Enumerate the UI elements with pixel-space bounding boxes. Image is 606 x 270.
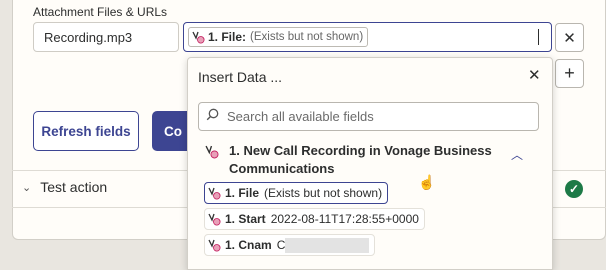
file-chip[interactable]: 1. File: (Exists but not shown) [188, 27, 369, 47]
search-box[interactable] [198, 102, 539, 131]
vonage-logo-icon [205, 145, 219, 178]
file-chip-sub: (Exists but not shown) [250, 31, 364, 43]
group-vonage-call-recording[interactable]: 1. New Call Recording in Vonage Business… [205, 142, 535, 178]
text-caret [538, 29, 539, 45]
field-value: 2022-08-11T17:28:55+0000 [270, 212, 419, 226]
redacted-value [285, 237, 370, 253]
chevron-down-icon: ⌄ [22, 181, 32, 194]
close-icon[interactable]: ✕ [528, 66, 541, 84]
field-value: (Exists but not shown) [264, 186, 383, 200]
test-action-toggle[interactable]: ⌄ Test action [22, 179, 107, 195]
field-item-cnam[interactable]: 1. Cnam C [204, 234, 376, 256]
insert-data-title: Insert Data ... [198, 69, 283, 85]
remove-row-button[interactable]: ✕ [555, 23, 584, 52]
vonage-logo-icon [208, 239, 221, 252]
search-input[interactable] [225, 108, 529, 125]
add-row-button[interactable]: + [555, 59, 584, 88]
field-label: 1. Cnam [225, 238, 272, 252]
attachment-files-label: Attachment Files & URLs [33, 5, 168, 19]
group-title: 1. New Call Recording in Vonage Business… [229, 143, 492, 176]
field-item-start[interactable]: 1. Start 2022-08-11T17:28:55+0000 [204, 208, 425, 230]
insert-data-dropdown: Insert Data ... ✕ 1. New Call Recording … [187, 57, 553, 270]
field-label: 1. Start [225, 212, 266, 226]
refresh-fields-button[interactable]: Refresh fields [33, 111, 139, 151]
vonage-logo-icon [208, 213, 221, 226]
field-item-file[interactable]: 1. File (Exists but not shown) [204, 182, 389, 204]
field-value: C [276, 238, 286, 252]
hand-pointer-icon: ☝ [418, 174, 436, 190]
file-chip-label: 1. File: [208, 30, 247, 44]
vonage-logo-icon [192, 31, 205, 44]
chevron-up-icon[interactable]: ︿ [511, 146, 523, 163]
vonage-logo-icon [208, 187, 221, 200]
attachment-name-field[interactable]: Recording.mp3 [33, 22, 179, 52]
field-label: 1. File [225, 186, 260, 200]
success-check-icon: ✓ [565, 180, 583, 198]
search-icon [206, 108, 219, 126]
test-action-label: Test action [40, 179, 108, 195]
attachment-url-field[interactable]: 1. File: (Exists but not shown) [183, 22, 552, 52]
